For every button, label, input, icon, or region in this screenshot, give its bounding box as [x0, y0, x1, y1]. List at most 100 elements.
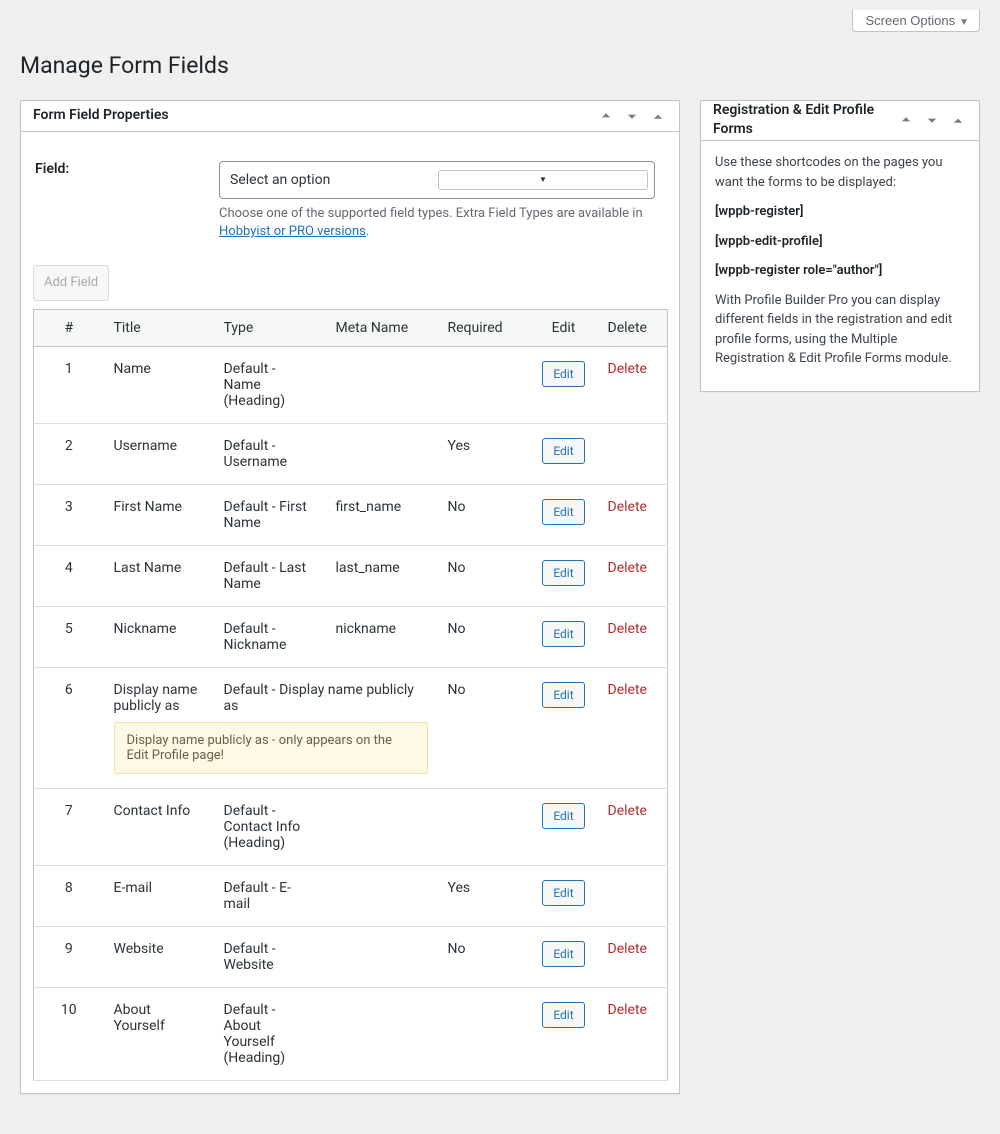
side-panel-title: Registration & Edit Profile Forms — [701, 101, 893, 140]
row-meta: last_name — [326, 546, 438, 607]
edit-button[interactable]: Edit — [542, 499, 584, 525]
row-type: Default - First Name — [214, 485, 326, 546]
row-number: 10 — [34, 988, 104, 1081]
row-meta: first_name — [326, 485, 438, 546]
field-type-select[interactable]: Select an option — [219, 161, 655, 199]
row-meta — [326, 424, 438, 485]
row-type: Default - Name (Heading) — [214, 347, 326, 424]
delete-link[interactable]: Delete — [608, 361, 647, 377]
col-title: Title — [104, 310, 214, 347]
row-type: Default - About Yourself (Heading) — [214, 988, 326, 1081]
row-type: Default - Last Name — [214, 546, 326, 607]
row-type: Default - E-mail — [214, 866, 326, 927]
row-required: No — [438, 668, 530, 789]
chevron-down-icon — [438, 170, 648, 190]
row-title: Last Name — [104, 546, 214, 607]
delete-link[interactable]: Delete — [608, 941, 647, 957]
row-number: 1 — [34, 347, 104, 424]
row-number: 4 — [34, 546, 104, 607]
delete-link[interactable]: Delete — [608, 803, 647, 819]
row-required: Yes — [438, 866, 530, 927]
row-required: No — [438, 546, 530, 607]
row-required — [438, 789, 530, 866]
registration-forms-panel: Registration & Edit Profile Forms Use th… — [700, 100, 980, 392]
edit-button[interactable]: Edit — [542, 1002, 584, 1028]
move-up-icon[interactable] — [593, 101, 619, 131]
page-title: Manage Form Fields — [20, 42, 980, 85]
table-row: 1NameDefault - Name (Heading) Edit Delete — [34, 347, 668, 424]
row-title: First Name — [104, 485, 214, 546]
edit-button[interactable]: Edit — [542, 361, 584, 387]
row-number: 6 — [34, 668, 104, 789]
add-field-button: Add Field — [33, 265, 109, 301]
shortcode-text: [wppb-register] — [715, 202, 965, 222]
row-meta — [326, 866, 438, 927]
row-notice: Display name publicly as - only appears … — [114, 722, 428, 774]
row-type: Default - Website — [214, 927, 326, 988]
table-row: 5NicknameDefault - NicknamenicknameNo Edi… — [34, 607, 668, 668]
row-meta — [326, 789, 438, 866]
row-title: About Yourself — [104, 988, 214, 1081]
row-title-type: Display name publicly asDefault - Displa… — [104, 668, 438, 789]
shortcode-text: [wppb-register role="author"] — [715, 261, 965, 281]
row-required — [438, 988, 530, 1081]
toggle-panel-icon[interactable] — [945, 105, 971, 135]
row-required: Yes — [438, 424, 530, 485]
table-row: 2UsernameDefault - Username Yes Edit — [34, 424, 668, 485]
table-row: 3First NameDefault - First Namefirst_nam… — [34, 485, 668, 546]
row-number: 2 — [34, 424, 104, 485]
shortcode-text: [wppb-edit-profile] — [715, 232, 965, 252]
row-number: 8 — [34, 866, 104, 927]
row-title: Contact Info — [104, 789, 214, 866]
edit-button[interactable]: Edit — [542, 880, 584, 906]
col-type: Type — [214, 310, 326, 347]
move-down-icon[interactable] — [919, 105, 945, 135]
side-desc-text: With Profile Builder Pro you can display… — [715, 291, 965, 369]
edit-button[interactable]: Edit — [542, 682, 584, 708]
edit-button[interactable]: Edit — [542, 621, 584, 647]
edit-button[interactable]: Edit — [542, 941, 584, 967]
edit-button[interactable]: Edit — [542, 803, 584, 829]
row-type: Default - Contact Info (Heading) — [214, 789, 326, 866]
row-title: Website — [104, 927, 214, 988]
row-meta: nickname — [326, 607, 438, 668]
versions-link[interactable]: Hobbyist or PRO versions — [219, 224, 366, 239]
delete-link[interactable]: Delete — [608, 682, 647, 698]
col-edit: Edit — [530, 310, 598, 347]
row-title: Name — [104, 347, 214, 424]
table-row: 10About YourselfDefault - About Yourself… — [34, 988, 668, 1081]
row-type: Default - Username — [214, 424, 326, 485]
row-number: 5 — [34, 607, 104, 668]
edit-button[interactable]: Edit — [542, 438, 584, 464]
table-row: 7Contact InfoDefault - Contact Info (Hea… — [34, 789, 668, 866]
table-row: 9WebsiteDefault - WebsiteNoEditDelete — [34, 927, 668, 988]
field-label: Field: — [35, 146, 217, 251]
row-meta — [326, 347, 438, 424]
delete-link[interactable]: Delete — [608, 499, 647, 515]
row-number: 9 — [34, 927, 104, 988]
row-title: Nickname — [104, 607, 214, 668]
row-type: Default - Nickname — [214, 607, 326, 668]
row-number: 3 — [34, 485, 104, 546]
row-meta — [326, 988, 438, 1081]
panel-title: Form Field Properties — [21, 106, 593, 126]
screen-options-button[interactable]: Screen Options — [852, 10, 980, 32]
col-required: Required — [438, 310, 530, 347]
row-title: Username — [104, 424, 214, 485]
field-help-text: Choose one of the supported field types.… — [219, 205, 655, 241]
col-number: # — [34, 310, 104, 347]
row-required: No — [438, 485, 530, 546]
col-meta: Meta Name — [326, 310, 438, 347]
delete-link[interactable]: Delete — [608, 1002, 647, 1018]
toggle-panel-icon[interactable] — [645, 101, 671, 131]
move-down-icon[interactable] — [619, 101, 645, 131]
side-intro-text: Use these shortcodes on the pages you wa… — [715, 153, 965, 192]
row-required: No — [438, 607, 530, 668]
delete-link[interactable]: Delete — [608, 621, 647, 637]
select-placeholder: Select an option — [230, 172, 438, 188]
table-row: 6Display name publicly asDefault - Displ… — [34, 668, 668, 789]
delete-link[interactable]: Delete — [608, 560, 647, 576]
move-up-icon[interactable] — [893, 105, 919, 135]
edit-button[interactable]: Edit — [542, 560, 584, 586]
row-title: E-mail — [104, 866, 214, 927]
